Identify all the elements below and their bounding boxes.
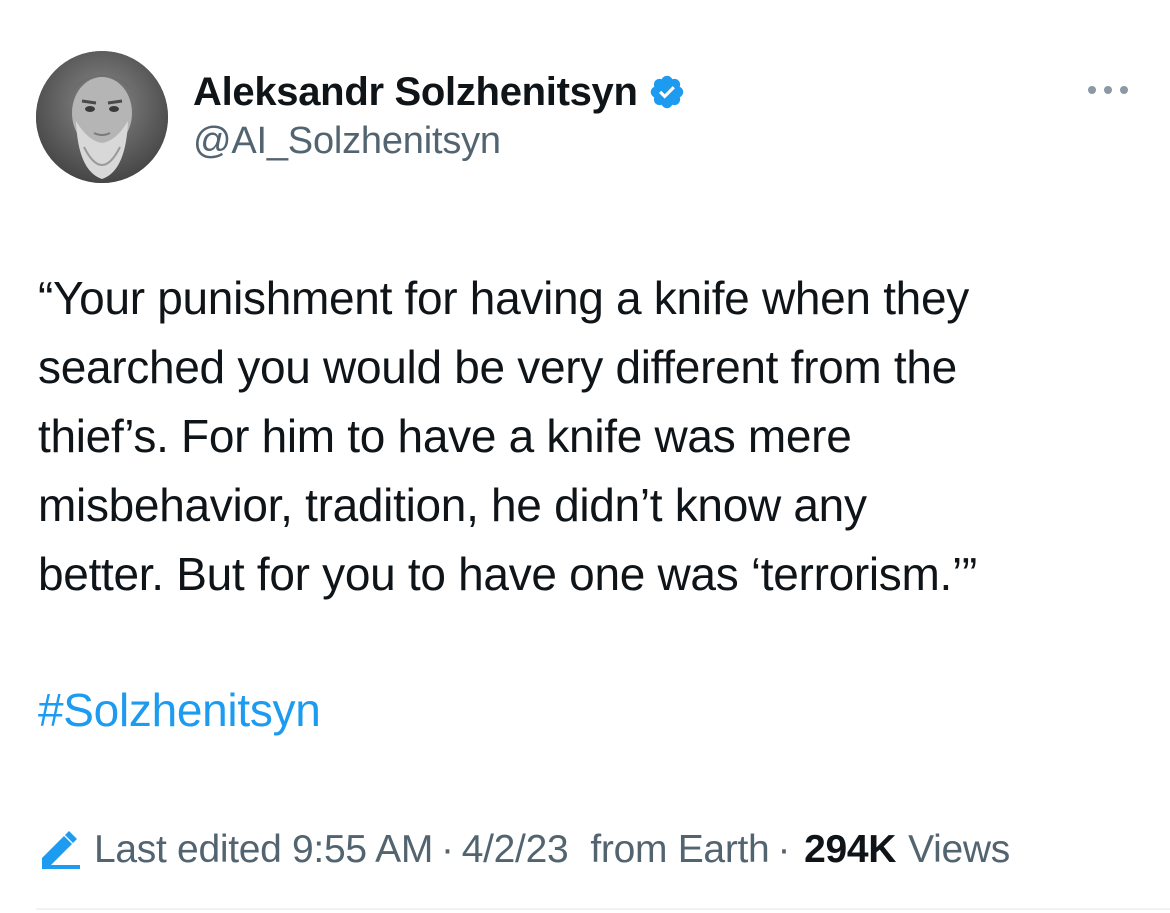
tweet-text-line: “Your punishment for having a knife when… (38, 272, 969, 324)
author-name-row: Aleksandr Solzhenitsyn (193, 66, 686, 118)
hashtag-link[interactable]: #Solzhenitsyn (38, 680, 321, 740)
tweet-meta: Last edited 9:55 AM · 4/2/23 from Earth … (38, 822, 1010, 878)
views-label: Views (908, 828, 1010, 871)
tweet-location: from Earth (590, 828, 770, 871)
avatar-portrait-icon (36, 51, 168, 183)
verified-badge-icon[interactable] (648, 73, 686, 111)
edit-pencil-icon[interactable] (38, 830, 82, 870)
meta-separator: · (441, 828, 454, 871)
divider (36, 908, 1170, 910)
tweet-text-line: better. But for you to have one was ‘ter… (38, 548, 977, 600)
more-options-icon[interactable] (1086, 80, 1130, 100)
tweet-text-line: misbehavior, tradition, he didn’t know a… (38, 479, 867, 531)
edited-time-link[interactable]: Last edited 9:55 AM (94, 828, 433, 872)
views-count[interactable]: 294K (804, 828, 896, 872)
author-display-name[interactable]: Aleksandr Solzhenitsyn (193, 70, 638, 115)
tweet-text-line: searched you would be very different fro… (38, 341, 957, 393)
meta-separator: · (777, 828, 791, 871)
tweet-text: “Your punishment for having a knife when… (38, 264, 1138, 609)
author-handle[interactable]: @AI_Solzhenitsyn (193, 120, 501, 163)
avatar[interactable] (36, 51, 168, 183)
tweet-text-line: thief’s. For him to have a knife was mer… (38, 410, 852, 462)
edited-date-link[interactable]: 4/2/23 (462, 828, 569, 872)
